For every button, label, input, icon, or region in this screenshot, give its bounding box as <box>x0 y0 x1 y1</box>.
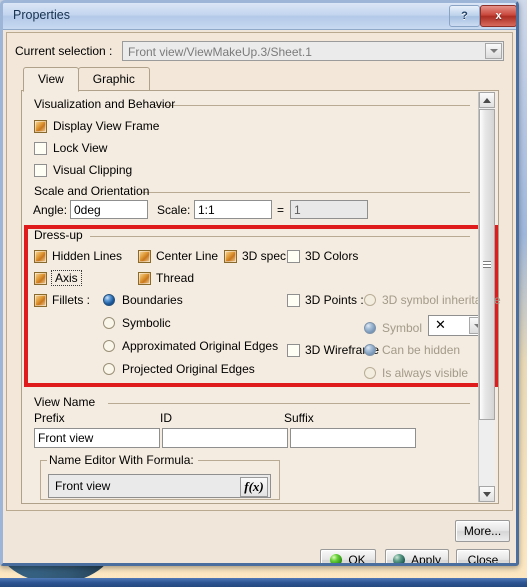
label-symbolic: Symbolic <box>122 316 171 330</box>
current-selection-value: Front view/ViewMakeUp.3/Sheet.1 <box>128 45 312 59</box>
radio-boundaries[interactable] <box>103 294 115 306</box>
panel-scrollbar[interactable] <box>478 92 495 502</box>
properties-dialog: Properties ? x Current selection : Front… <box>0 0 519 566</box>
checkbox-center-line[interactable] <box>138 250 151 263</box>
label-approximated-original-edges: Approximated Original Edges <box>122 339 279 353</box>
current-selection-label: Current selection : <box>15 44 113 58</box>
label-is-always-visible: Is always visible <box>382 366 469 380</box>
group-visualization-title: Visualization and Behavior <box>34 97 176 111</box>
dialog-client-area: Current selection : Front view/ViewMakeU… <box>6 32 513 511</box>
radio-approximated-original-edges[interactable] <box>103 340 115 352</box>
apply-button[interactable]: Apply <box>385 549 449 566</box>
title-bar: Properties ? x <box>3 3 516 30</box>
checkbox-3d-spec[interactable] <box>224 250 237 263</box>
radio-projected-original-edges[interactable] <box>103 363 115 375</box>
radio-symbol <box>364 322 376 334</box>
chevron-down-icon[interactable] <box>485 43 502 59</box>
checkbox-visual-clipping[interactable] <box>34 164 47 177</box>
ok-button-label: OK <box>348 553 366 566</box>
close-button[interactable]: x <box>480 5 516 27</box>
close-footer-button[interactable]: Close <box>456 549 510 563</box>
group-dressup-title: Dress-up <box>34 228 83 242</box>
radio-3d-symbol-inheritance <box>364 294 376 306</box>
formula-fx-button[interactable]: f(x) <box>240 477 268 497</box>
label-axis: Axis <box>51 270 82 286</box>
scrollbar-grip-icon <box>483 261 491 268</box>
tab-view[interactable]: View <box>23 67 79 92</box>
taskbar <box>0 578 527 587</box>
prefix-input[interactable] <box>34 428 160 448</box>
angle-input[interactable] <box>70 200 148 219</box>
checkbox-lock-view[interactable] <box>34 142 47 155</box>
radio-can-be-hidden <box>364 344 376 356</box>
current-selection-row: Current selection : Front view/ViewMakeU… <box>15 41 504 61</box>
label-angle: Angle: <box>33 203 68 217</box>
label-center-line: Center Line <box>156 249 219 263</box>
current-selection-combo[interactable]: Front view/ViewMakeUp.3/Sheet.1 <box>122 41 504 61</box>
label-prefix: Prefix <box>34 411 65 425</box>
checkbox-3d-wireframe[interactable] <box>287 344 300 357</box>
formula-field-wrapper[interactable]: Front view f(x) <box>48 474 271 498</box>
radio-is-always-visible <box>364 367 376 379</box>
window-title: Properties <box>13 8 70 22</box>
suffix-input[interactable] <box>290 428 416 448</box>
label-3d-colors: 3D Colors <box>305 249 359 263</box>
id-input[interactable] <box>162 428 288 448</box>
dressup-region: Dress-up Hidden Lines Center Line 3D spe… <box>22 222 501 390</box>
label-boundaries: Boundaries <box>122 293 183 307</box>
label-lock-view: Lock View <box>53 141 108 155</box>
tab-graphic[interactable]: Graphic <box>77 67 150 91</box>
checkbox-3d-points[interactable] <box>287 294 300 307</box>
checkbox-3d-colors[interactable] <box>287 250 300 263</box>
label-can-be-hidden: Can be hidden <box>382 343 461 357</box>
tab-strip: View Graphic <box>23 67 150 92</box>
label-3d-points: 3D Points : <box>305 293 364 307</box>
apply-button-label: Apply <box>410 553 442 566</box>
label-scale: Scale: <box>157 203 191 217</box>
label-projected-original-edges: Projected Original Edges <box>122 362 255 376</box>
label-id: ID <box>160 411 172 425</box>
ok-button[interactable]: OK <box>320 549 376 566</box>
label-equals: = <box>277 203 285 217</box>
scale-input[interactable] <box>194 200 272 219</box>
label-fillets: Fillets : <box>52 293 91 307</box>
label-suffix: Suffix <box>284 411 314 425</box>
view-tab-panel: Visualization and Behavior Display View … <box>21 90 501 504</box>
label-visual-clipping: Visual Clipping <box>53 163 133 177</box>
scrollbar-thumb[interactable] <box>479 109 495 420</box>
label-display-view-frame: Display View Frame <box>53 119 160 133</box>
help-button[interactable]: ? <box>449 5 480 27</box>
formula-value: Front view <box>55 479 111 493</box>
label-thread: Thread <box>156 271 195 285</box>
scroll-up-arrow-icon[interactable] <box>479 92 495 108</box>
scale-computed-input <box>290 200 368 219</box>
label-3d-spec: 3D spec <box>242 249 287 263</box>
checkbox-hidden-lines[interactable] <box>34 250 47 263</box>
checkbox-fillets[interactable] <box>34 294 47 307</box>
group-scale-orientation-title: Scale and Orientation <box>34 184 150 198</box>
group-view-name-title: View Name <box>34 395 96 409</box>
group-name-editor-formula-title: Name Editor With Formula: <box>47 453 198 467</box>
label-hidden-lines: Hidden Lines <box>52 249 123 263</box>
checkbox-axis[interactable] <box>34 272 47 285</box>
apply-indicator-icon <box>392 554 405 563</box>
label-symbol: Symbol <box>382 321 423 335</box>
more-button[interactable]: More... <box>455 520 510 542</box>
ok-indicator-icon <box>330 554 343 563</box>
symbol-combo-value: ✕ <box>435 317 446 332</box>
checkbox-display-view-frame[interactable] <box>34 120 47 133</box>
checkbox-thread[interactable] <box>138 272 151 285</box>
scroll-down-arrow-icon[interactable] <box>479 486 495 502</box>
radio-symbolic[interactable] <box>103 317 115 329</box>
